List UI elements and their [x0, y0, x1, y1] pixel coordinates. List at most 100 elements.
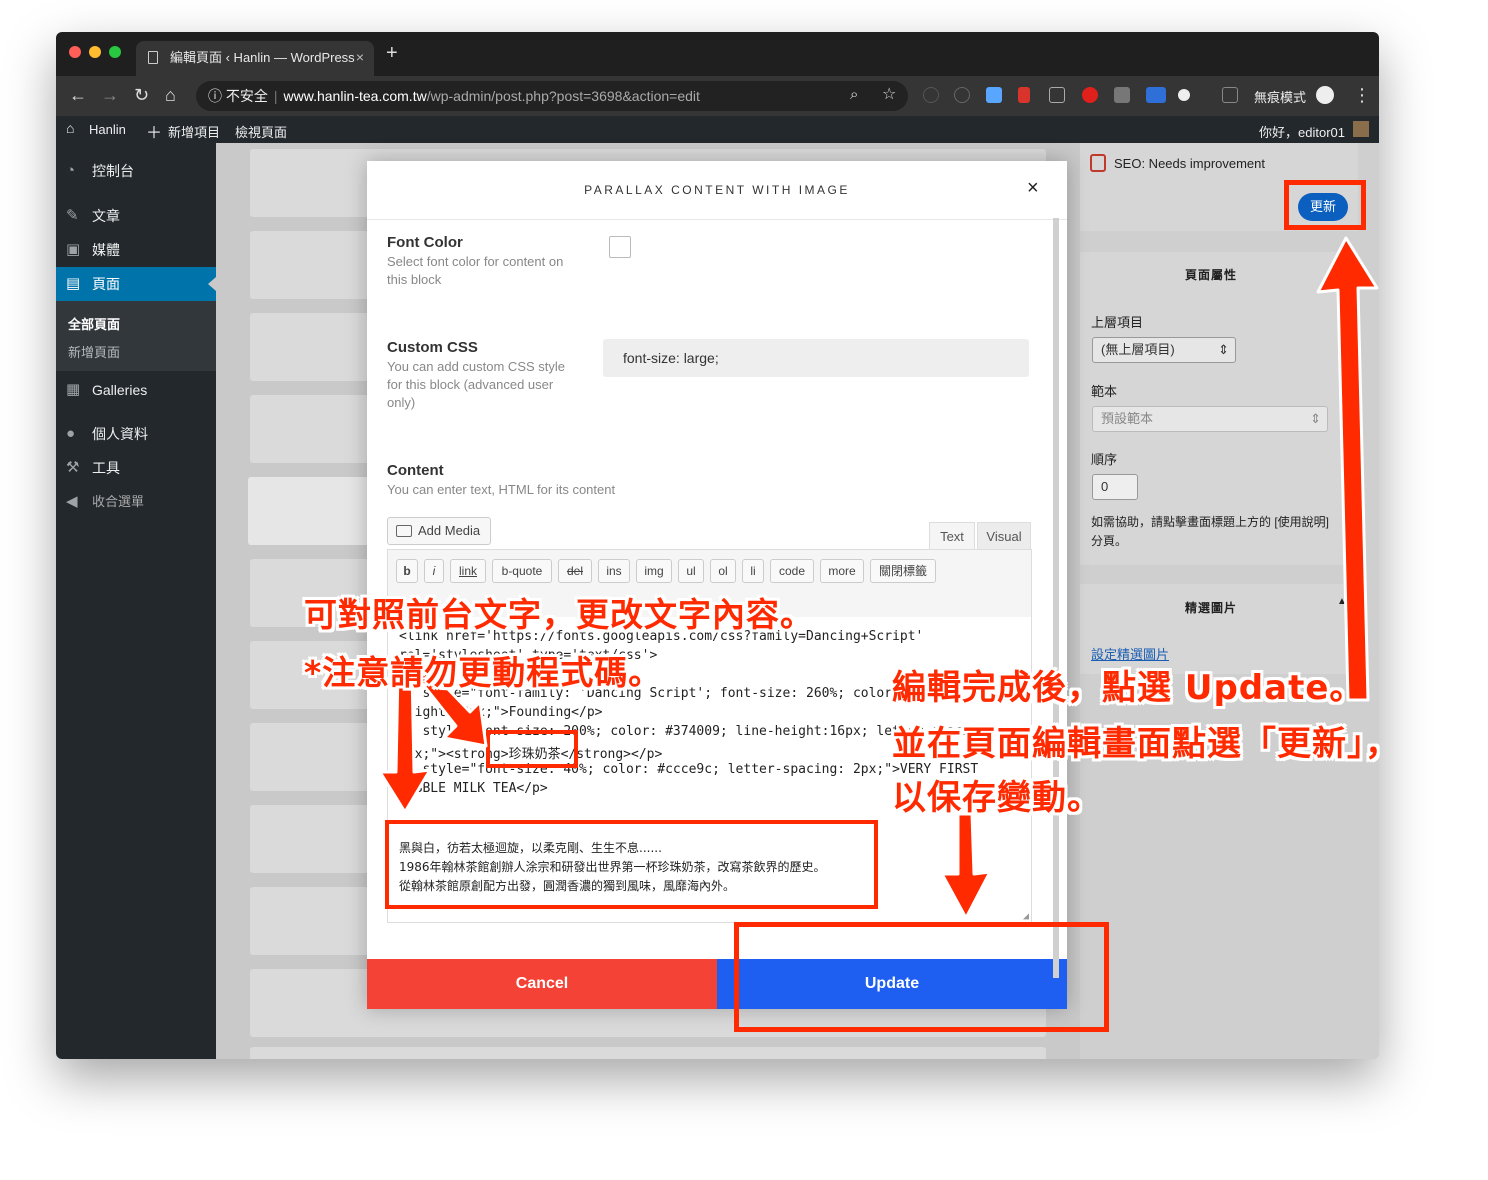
minimize-window-button[interactable]	[89, 46, 101, 58]
custom-css-input[interactable]: font-size: large;	[603, 339, 1029, 377]
tab-visual[interactable]: Visual	[977, 522, 1031, 550]
resize-handle-icon[interactable]: ◢	[1023, 911, 1029, 922]
order-input[interactable]: 0	[1092, 474, 1138, 500]
qt-more[interactable]: more	[820, 559, 864, 583]
tools-extension-icon[interactable]	[1114, 87, 1130, 103]
update-pill-highlight	[1284, 180, 1366, 230]
qt-ul[interactable]: ul	[678, 559, 704, 583]
browser-tab[interactable]: 編輯頁面 ‹ Hanlin — WordPress ×	[136, 41, 374, 76]
wordpress-extension-icon[interactable]	[923, 87, 939, 103]
strong-text-highlight	[486, 730, 578, 768]
seo-status[interactable]: SEO: Needs improvement	[1114, 156, 1265, 171]
order-label: 順序	[1091, 452, 1118, 467]
cast-icon[interactable]	[1222, 87, 1238, 103]
menu-profile[interactable]: ● 個人資料	[56, 417, 216, 451]
modal-scrollbar[interactable]	[1053, 218, 1059, 978]
menu-tools[interactable]: ⚒ 工具	[56, 451, 216, 485]
new-extension-icon[interactable]	[1146, 87, 1166, 103]
bookmark-star-icon[interactable]: ☆	[882, 84, 896, 106]
tab-text[interactable]: Text	[929, 522, 975, 550]
modal-header: PARALLAX CONTENT WITH IMAGE ×	[367, 161, 1067, 220]
home-site-icon[interactable]: ⌂	[66, 120, 74, 136]
qt-img[interactable]: img	[636, 559, 672, 583]
yoast-icon	[1090, 154, 1106, 172]
qt-link[interactable]: link	[450, 559, 486, 583]
new-tab-button[interactable]: +	[386, 42, 398, 65]
extension-icon[interactable]	[954, 87, 970, 103]
select-arrows-icon: ⇕	[1218, 342, 1229, 357]
wp-admin-bar: ⌂ Hanlin ＋ 新增項目 檢視頁面 你好，editor01	[56, 116, 1379, 143]
font-color-description: Select font color for content on this bl…	[387, 254, 564, 287]
menu-dashboard[interactable]: ◔ 控制台	[56, 154, 216, 188]
menu-posts[interactable]: ✎ 文章	[56, 199, 216, 233]
gallery-icon: ▦	[66, 381, 81, 398]
qt-close-tags[interactable]: 關閉標籤	[870, 559, 936, 583]
add-media-button[interactable]: Add Media	[387, 517, 491, 545]
submenu-all-pages[interactable]: 全部頁面	[68, 314, 120, 333]
menu-label: 個人資料	[92, 426, 148, 442]
avatar[interactable]	[1353, 121, 1369, 137]
menu-media[interactable]: ▣ 媒體	[56, 233, 216, 267]
pin-icon: ✎	[66, 207, 79, 224]
close-window-button[interactable]	[69, 46, 81, 58]
owl-extension-icon[interactable]	[1178, 89, 1190, 101]
plus-icon[interactable]: ＋	[146, 119, 162, 143]
template-select[interactable]: 預設範本 ⇕	[1092, 406, 1328, 432]
shield-extension-icon[interactable]	[986, 87, 1002, 103]
qt-li[interactable]: li	[742, 559, 764, 583]
reload-icon[interactable]: ↻	[134, 84, 149, 106]
font-color-swatch[interactable]	[609, 236, 631, 258]
tab-title: 編輯頁面 ‹ Hanlin — WordPress	[170, 50, 355, 65]
menu-icon[interactable]: ⋮	[1353, 84, 1371, 106]
body-text-highlight	[385, 820, 878, 909]
incognito-icon[interactable]	[1316, 86, 1334, 104]
parent-select[interactable]: (無上層項目) ⇕	[1092, 337, 1236, 363]
active-arrow-icon	[208, 277, 216, 291]
qt-ins[interactable]: ins	[598, 559, 630, 583]
adblock-extension-icon[interactable]	[1082, 87, 1098, 103]
qt-bold[interactable]: b	[396, 559, 418, 583]
help-text: 如需協助，請點擊畫面標題上方的 [使用說明] 分頁。	[1091, 515, 1330, 548]
menu-galleries[interactable]: ▦ Galleries	[56, 373, 216, 407]
menu-pages[interactable]: ▤ 頁面	[56, 267, 216, 301]
new-item-link[interactable]: 新增項目	[168, 122, 220, 141]
forward-icon[interactable]: →	[101, 84, 119, 106]
pages-submenu: 全部頁面 新增頁面	[56, 301, 216, 371]
cancel-button[interactable]: Cancel	[367, 959, 717, 1009]
view-page-link[interactable]: 檢視頁面	[235, 122, 287, 141]
menu-label: 文章	[92, 208, 120, 224]
zoom-icon[interactable]: ⌕	[850, 84, 858, 106]
menu-collapse[interactable]: ◀ 收合選單	[56, 485, 216, 519]
zoom-window-button[interactable]	[109, 46, 121, 58]
bookmark-extension-icon[interactable]	[1018, 87, 1030, 103]
collapse-arrow-icon[interactable]: ▲	[1337, 596, 1347, 607]
qt-del[interactable]: del	[558, 559, 592, 583]
template-label: 範本	[1091, 384, 1118, 399]
qt-bquote[interactable]: b-quote	[492, 559, 552, 583]
media-icon	[396, 525, 412, 537]
annotation-click-publish: 並在頁面編輯畫面點選「更新」，	[892, 724, 1400, 764]
tab-close-icon[interactable]: ×	[356, 41, 364, 74]
select-arrows-icon: ⇕	[1310, 411, 1321, 426]
submenu-add-page[interactable]: 新增頁面	[68, 342, 120, 361]
parent-value: (無上層項目)	[1101, 342, 1175, 357]
pages-icon: ▤	[66, 275, 81, 292]
navigation-bar: ← → ↻ ⌂ ⓘ 不安全 | www.hanlin-tea.com.tw/wp-a…	[56, 76, 1379, 116]
address-bar[interactable]: ⓘ 不安全 | www.hanlin-tea.com.tw/wp-admin/pos…	[196, 81, 908, 111]
info-icon[interactable]: ⓘ	[208, 88, 222, 104]
back-icon[interactable]: ←	[69, 84, 87, 106]
code-line: BUBBLE MILK TEA</p>	[399, 781, 548, 796]
site-link[interactable]: Hanlin	[89, 122, 126, 137]
pocket-extension-icon[interactable]	[1049, 87, 1065, 103]
close-icon[interactable]: ×	[1027, 177, 1039, 200]
security-label: 不安全	[225, 88, 268, 104]
qt-code[interactable]: code	[770, 559, 814, 583]
menu-label: 控制台	[92, 163, 134, 179]
font-color-label: Font Color	[387, 234, 463, 251]
qt-ol[interactable]: ol	[710, 559, 736, 583]
modal-title: PARALLAX CONTENT WITH IMAGE	[584, 183, 850, 197]
tab-strip: 編輯頁面 ‹ Hanlin — WordPress × +	[56, 32, 1379, 76]
greeting-link[interactable]: 你好，editor01	[1259, 122, 1345, 141]
qt-italic[interactable]: i	[424, 559, 444, 583]
home-icon[interactable]: ⌂	[165, 84, 176, 106]
